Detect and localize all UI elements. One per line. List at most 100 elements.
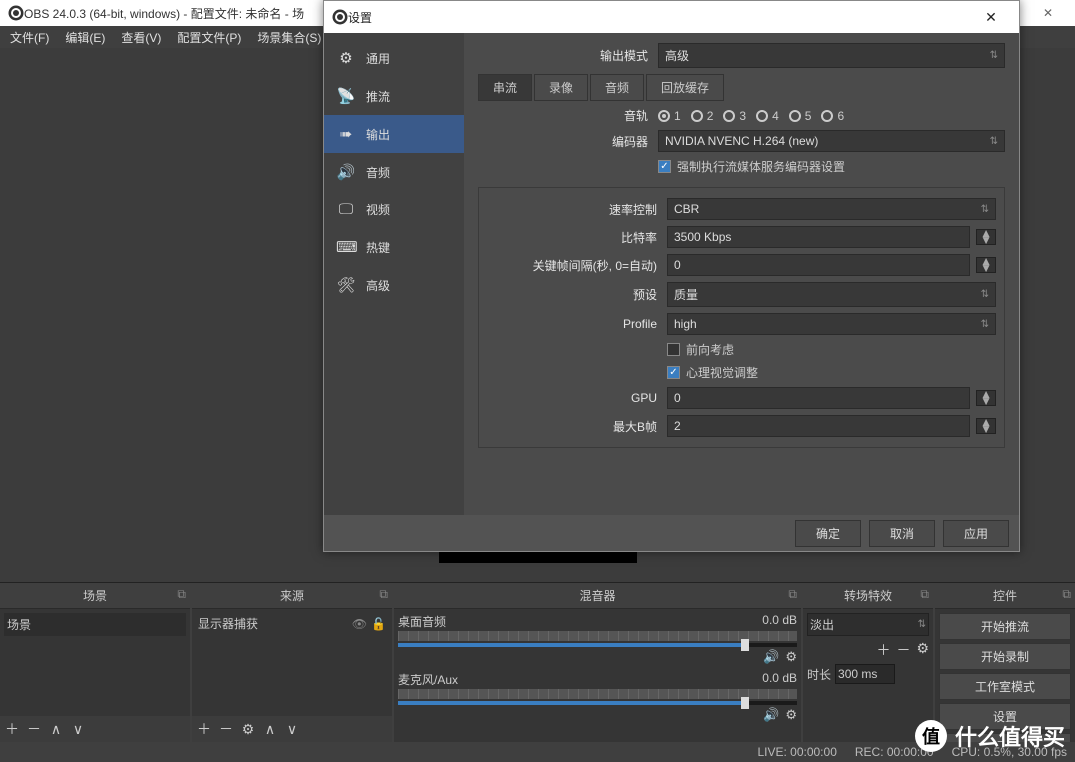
settings-footer: 确定 取消 应用	[324, 515, 1019, 551]
remove-transition-button[interactable]: －	[896, 640, 910, 660]
close-button[interactable]: ✕	[1029, 6, 1067, 20]
apply-button[interactable]: 应用	[943, 520, 1009, 547]
monitor-icon: 🖵	[336, 201, 356, 218]
output-mode-label: 输出模式	[478, 47, 648, 64]
wrench-icon: 🛠	[336, 276, 356, 294]
mixer-channel-desktop: 桌面音频 0.0 dB 🔊 ⚙	[398, 613, 797, 665]
volume-slider[interactable]	[398, 701, 797, 705]
lock-icon[interactable]: 🔓	[371, 617, 386, 631]
bframes-input[interactable]: 2	[667, 415, 970, 437]
bitrate-input[interactable]: 3500 Kbps	[667, 226, 970, 248]
output-mode-select[interactable]: 高级⇅	[658, 43, 1005, 68]
enforce-checkbox[interactable]: 强制执行流媒体服务编码器设置	[658, 158, 1005, 175]
watermark-badge: 值	[915, 720, 947, 752]
scene-item[interactable]: 场景	[4, 613, 186, 636]
sidebar-hotkeys[interactable]: ⌨热键	[324, 228, 464, 266]
gpu-spinner[interactable]: ▲▼	[976, 390, 996, 406]
track-label: 音轨	[478, 107, 648, 124]
preset-select[interactable]: 质量⇅	[667, 282, 996, 307]
sidebar-audio[interactable]: 🔊音频	[324, 153, 464, 191]
menu-file[interactable]: 文件(F)	[4, 27, 55, 48]
menu-edit[interactable]: 编辑(E)	[59, 27, 111, 48]
popout-icon[interactable]: ⧉	[379, 587, 388, 602]
track-radio-1[interactable]: 1	[658, 109, 681, 123]
encoder-settings-group: 速率控制 CBR⇅ 比特率 3500 Kbps▲▼ 关键帧间隔(秒, 0=自动)…	[478, 187, 1005, 448]
visibility-icon[interactable]: 👁	[352, 617, 367, 631]
add-scene-button[interactable]: ＋	[4, 719, 20, 739]
menu-scene-collection[interactable]: 场景集合(S)	[251, 27, 327, 48]
add-source-button[interactable]: ＋	[196, 719, 212, 739]
sidebar-stream[interactable]: 📡推流	[324, 77, 464, 115]
popout-icon[interactable]: ⧉	[920, 587, 929, 602]
volume-slider[interactable]	[398, 643, 797, 647]
settings-dialog: 设置 ✕ ⚙通用 📡推流 ➠输出 🔊音频 🖵视频 ⌨热键 🛠高级 输出模式 高级…	[323, 0, 1020, 552]
gpu-input[interactable]: 0	[667, 387, 970, 409]
track-radio-2[interactable]: 2	[691, 109, 714, 123]
scenes-dock: 场景⧉ 场景 ＋ － ∧ ∨	[0, 583, 190, 742]
speaker-icon[interactable]: 🔊	[763, 707, 779, 723]
channel-name: 桌面音频	[398, 613, 446, 630]
sidebar-output[interactable]: ➠输出	[324, 115, 464, 153]
transition-props-button[interactable]: ⚙	[916, 640, 929, 660]
transition-select[interactable]: 淡出⇅	[807, 613, 929, 636]
popout-icon[interactable]: ⧉	[177, 587, 186, 602]
gear-icon: ⚙	[336, 49, 356, 67]
sidebar-general[interactable]: ⚙通用	[324, 39, 464, 77]
speaker-icon[interactable]: 🔊	[763, 649, 779, 665]
start-recording-button[interactable]: 开始录制	[939, 643, 1071, 670]
studio-mode-button[interactable]: 工作室模式	[939, 673, 1071, 700]
track-radio-6[interactable]: 6	[821, 109, 844, 123]
rate-control-select[interactable]: CBR⇅	[667, 198, 996, 220]
lookahead-checkbox[interactable]: 前向考虑	[667, 341, 996, 358]
obs-logo-icon	[332, 9, 348, 25]
bframes-label: 最大B帧	[487, 418, 657, 435]
status-bar: LIVE: 00:00:00 REC: 00:00:00 CPU: 0.5%, …	[0, 742, 1075, 762]
sidebar-advanced[interactable]: 🛠高级	[324, 266, 464, 304]
keyframe-spinner[interactable]: ▲▼	[976, 257, 996, 273]
gear-icon[interactable]: ⚙	[785, 707, 797, 723]
bitrate-label: 比特率	[487, 229, 657, 246]
source-props-button[interactable]: ⚙	[240, 721, 256, 738]
add-transition-button[interactable]: ＋	[876, 640, 890, 660]
speaker-icon: 🔊	[336, 163, 356, 181]
sources-title: 来源	[280, 589, 304, 603]
track-radio-3[interactable]: 3	[723, 109, 746, 123]
scene-up-button[interactable]: ∧	[48, 721, 64, 738]
status-live: LIVE: 00:00:00	[757, 745, 836, 759]
popout-icon[interactable]: ⧉	[1062, 587, 1071, 602]
keyboard-icon: ⌨	[336, 238, 356, 256]
profile-select[interactable]: high⇅	[667, 313, 996, 335]
sidebar-video[interactable]: 🖵视频	[324, 191, 464, 228]
menu-view[interactable]: 查看(V)	[115, 27, 167, 48]
tab-replay[interactable]: 回放缓存	[646, 74, 724, 101]
scene-down-button[interactable]: ∨	[70, 721, 86, 738]
source-up-button[interactable]: ∧	[262, 721, 278, 738]
keyframe-input[interactable]: 0	[667, 254, 970, 276]
remove-source-button[interactable]: －	[218, 719, 234, 739]
settings-title: 设置	[348, 9, 372, 26]
remove-scene-button[interactable]: －	[26, 719, 42, 739]
tab-audio[interactable]: 音频	[590, 74, 644, 101]
close-button[interactable]: ✕	[971, 9, 1011, 26]
psycho-checkbox[interactable]: 心理视觉调整	[667, 364, 996, 381]
main-window-title: OBS 24.0.3 (64-bit, windows) - 配置文件: 未命名…	[24, 5, 304, 22]
tab-streaming[interactable]: 串流	[478, 74, 532, 101]
bframes-spinner[interactable]: ▲▼	[976, 418, 996, 434]
rate-control-label: 速率控制	[487, 201, 657, 218]
menu-profile[interactable]: 配置文件(P)	[171, 27, 247, 48]
ok-button[interactable]: 确定	[795, 520, 861, 547]
output-icon: ➠	[336, 125, 356, 143]
source-item[interactable]: 显示器捕获 👁🔓	[196, 613, 388, 634]
duration-input[interactable]	[835, 664, 895, 684]
track-radio-5[interactable]: 5	[789, 109, 812, 123]
cancel-button[interactable]: 取消	[869, 520, 935, 547]
popout-icon[interactable]: ⧉	[788, 587, 797, 602]
tab-recording[interactable]: 录像	[534, 74, 588, 101]
track-radio-4[interactable]: 4	[756, 109, 779, 123]
start-streaming-button[interactable]: 开始推流	[939, 613, 1071, 640]
bitrate-spinner[interactable]: ▲▼	[976, 229, 996, 245]
source-down-button[interactable]: ∨	[284, 721, 300, 738]
encoder-select[interactable]: NVIDIA NVENC H.264 (new)⇅	[658, 130, 1005, 152]
gear-icon[interactable]: ⚙	[785, 649, 797, 665]
channel-db: 0.0 dB	[762, 613, 797, 630]
